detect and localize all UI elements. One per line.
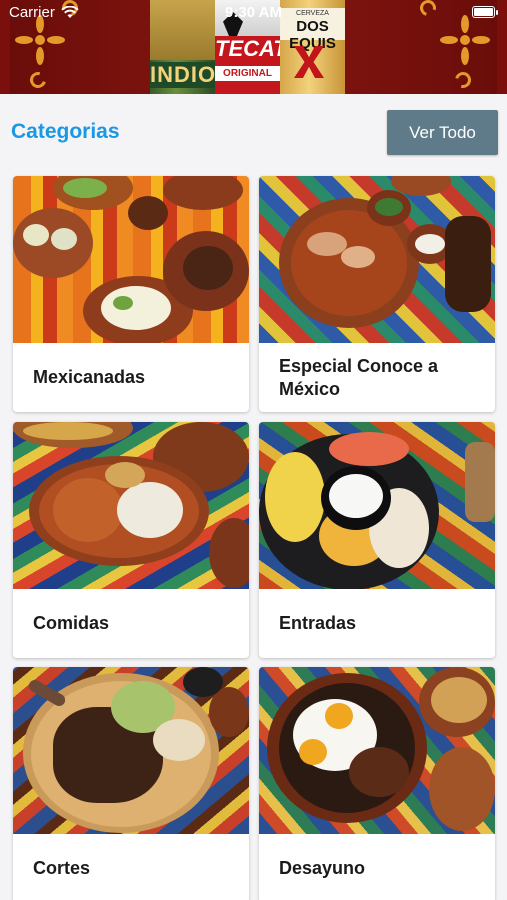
category-name: Especial Conoce a México xyxy=(279,355,439,399)
view-all-button[interactable]: Ver Todo xyxy=(387,110,498,155)
battery-icon xyxy=(472,6,498,18)
category-card-mexicanadas[interactable]: Mexicanadas xyxy=(13,176,249,412)
app-screen: INDIO TECATE ORIGINAL CERVEZA DOS EQUIS … xyxy=(0,0,507,900)
category-card-comidas[interactable]: Comidas xyxy=(13,422,249,658)
section-title: Categorias xyxy=(11,120,120,143)
category-photo xyxy=(13,667,249,834)
category-card-entradas[interactable]: Entradas xyxy=(259,422,495,658)
category-photo xyxy=(259,422,495,589)
category-card-especial[interactable]: Especial Conoce a México xyxy=(259,176,495,412)
bottle-brand-label: TECATE xyxy=(215,36,280,61)
bottle-brand-label: INDIO xyxy=(150,62,215,88)
status-bar: Carrier 9:30 AM xyxy=(0,0,507,26)
category-photo xyxy=(13,422,249,589)
category-name: Comidas xyxy=(33,613,110,633)
category-photo xyxy=(13,176,249,343)
category-name: Mexicanadas xyxy=(33,367,146,387)
clock-label: 9:30 AM xyxy=(225,4,282,21)
category-name: Cortes xyxy=(33,858,91,878)
category-card-cortes[interactable]: Cortes xyxy=(13,667,249,900)
category-photo xyxy=(259,667,495,834)
bottle-sub-label: ORIGINAL xyxy=(215,66,280,81)
category-name: Entradas xyxy=(279,613,357,633)
category-photo xyxy=(259,176,495,343)
category-card-desayuno[interactable]: Desayuno xyxy=(259,667,495,900)
category-name: Desayuno xyxy=(279,858,366,878)
